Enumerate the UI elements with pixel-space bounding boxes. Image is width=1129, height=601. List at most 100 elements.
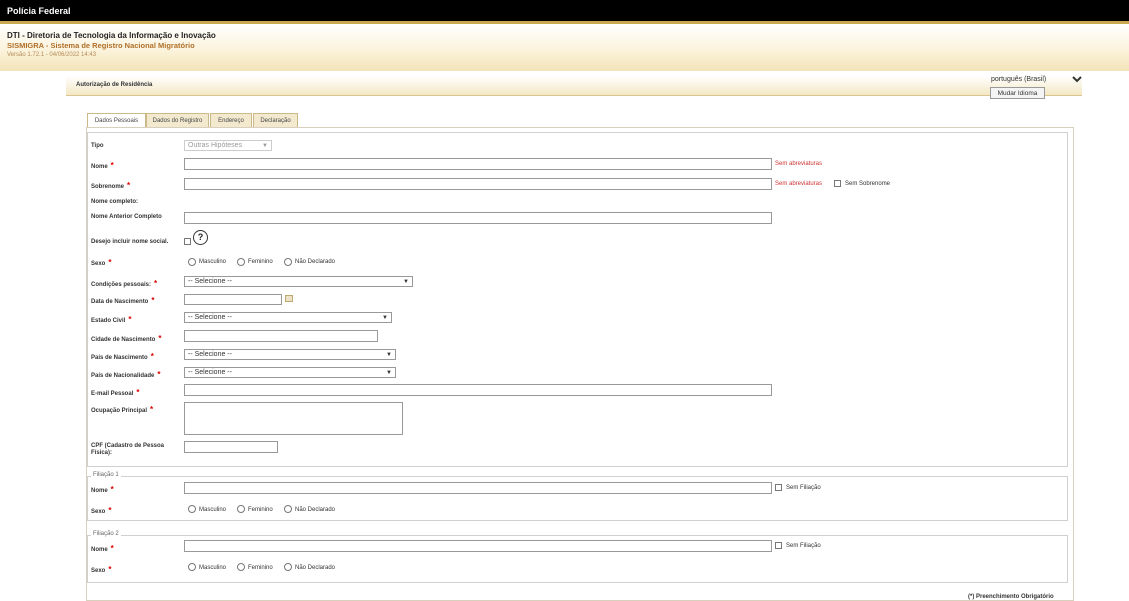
nome-hint: Sem abreviaturas xyxy=(775,161,823,167)
help-icon[interactable]: ? xyxy=(193,230,208,245)
filiacao-2-legend: Filiação 2 xyxy=(91,531,121,537)
ocupacao-label-text: Ocupação Principal xyxy=(91,408,148,414)
data-nascimento-input[interactable] xyxy=(184,294,282,305)
pais-nacionalidade-label-text: País de Nacionalidade xyxy=(91,373,155,379)
nome-anterior-input[interactable] xyxy=(184,212,772,224)
pais-nascimento-value: -- Selecione -- xyxy=(188,351,232,358)
condicoes-label: Condições pessoais: * xyxy=(91,279,157,288)
filiacao-2-masculino-radio[interactable] xyxy=(188,563,196,571)
filiacao-1-nao-declarado-radio[interactable] xyxy=(284,505,292,513)
filiacao-1-nome-input[interactable] xyxy=(184,482,772,494)
cidade-nascimento-input[interactable] xyxy=(184,330,378,342)
cidade-nascimento-label-text: Cidade de Nascimento xyxy=(91,337,156,343)
filiacao-2-nome-input[interactable] xyxy=(184,540,772,552)
filiacao-2-sexo-label: Sexo * xyxy=(91,565,111,574)
required-marker: * xyxy=(158,334,162,343)
filiacao-2-nao-declarado-radio[interactable] xyxy=(284,563,292,571)
filiacao-1-masculino-radio[interactable] xyxy=(188,505,196,513)
tipo-label: Tipo xyxy=(91,143,104,149)
org-title: DTI - Diretoria de Tecnologia da Informa… xyxy=(7,31,216,40)
data-nascimento-label: Data de Nascimento * xyxy=(91,296,154,305)
filiacao-2-feminino-label: Feminino xyxy=(248,565,273,571)
version-text: Versão 1.72.1 - 04/06/2022 14:43 xyxy=(7,52,97,58)
filiacao-2-nome-label: Nome * xyxy=(91,544,114,553)
required-marker: * xyxy=(150,405,154,414)
change-language-button[interactable]: Mudar Idioma xyxy=(990,87,1045,99)
tab-dados-registro[interactable]: Dados do Registro xyxy=(146,113,209,127)
required-marker: * xyxy=(110,161,114,170)
required-marker: * xyxy=(150,352,154,361)
filiacao-1-sexo-label: Sexo * xyxy=(91,506,111,515)
filiacao-1-sem-checkbox[interactable] xyxy=(775,484,782,491)
sobrenome-input[interactable] xyxy=(184,178,772,190)
sobrenome-hint: Sem abreviaturas xyxy=(775,181,823,187)
sexo-feminino-label: Feminino xyxy=(248,259,273,265)
pais-nascimento-select[interactable]: -- Selecione -- ▼ xyxy=(184,349,396,360)
chevron-down-icon: ▼ xyxy=(262,143,268,149)
estado-civil-label-text: Estado Civil xyxy=(91,318,126,324)
page-title-bar xyxy=(66,76,1082,96)
page-title: Autorização de Residência xyxy=(76,82,153,88)
ocupacao-label: Ocupação Principal * xyxy=(91,405,153,414)
language-select[interactable]: português (Brasil) xyxy=(987,72,1085,86)
condicoes-value: -- Selecione -- xyxy=(188,278,232,285)
pais-nacionalidade-select[interactable]: -- Selecione -- ▼ xyxy=(184,367,396,378)
pais-nacionalidade-value: -- Selecione -- xyxy=(188,369,232,376)
filiacao-1-sexo-label-text: Sexo xyxy=(91,509,106,515)
required-marker: * xyxy=(108,258,112,267)
nome-input[interactable] xyxy=(184,158,772,170)
sexo-nao-declarado-radio[interactable] xyxy=(284,258,292,266)
sexo-label-text: Sexo xyxy=(91,261,106,267)
filiacao-2-nao-declarado-label: Não Declarado xyxy=(295,565,336,571)
required-marker: * xyxy=(136,388,140,397)
required-marker: * xyxy=(110,485,114,494)
cpf-input[interactable] xyxy=(184,441,278,453)
required-marker: * xyxy=(157,370,161,379)
required-marker: * xyxy=(108,565,112,574)
filiacao-2-sem-label: Sem Filiação xyxy=(786,543,821,549)
pais-nascimento-label-text: País de Nascimento xyxy=(91,355,148,361)
sem-sobrenome-checkbox[interactable] xyxy=(834,180,841,187)
sobrenome-label-text: Sobrenome xyxy=(91,184,125,190)
condicoes-label-text: Condições pessoais: xyxy=(91,282,152,288)
chevron-down-icon: ▼ xyxy=(403,279,409,285)
nome-label-text: Nome xyxy=(91,164,108,170)
required-marker: * xyxy=(110,544,114,553)
tab-endereco[interactable]: Endereço xyxy=(210,113,252,127)
sexo-masculino-radio[interactable] xyxy=(188,258,196,266)
nome-social-label: Desejo incluir nome social. xyxy=(91,239,169,245)
nome-social-checkbox[interactable] xyxy=(184,238,191,245)
filiacao-1-feminino-radio[interactable] xyxy=(237,505,245,513)
estado-civil-select[interactable]: -- Selecione -- ▼ xyxy=(184,312,392,323)
filiacao-1-nome-label-text: Nome xyxy=(91,488,108,494)
sobrenome-label: Sobrenome * xyxy=(91,181,130,190)
top-bar: Polícia Federal xyxy=(0,0,1129,24)
required-note: (*) Preenchimento Obrigatório xyxy=(968,594,1054,600)
calendar-icon[interactable] xyxy=(285,295,293,302)
condicoes-select[interactable]: -- Selecione -- ▼ xyxy=(184,276,413,287)
filiacao-2-sem-checkbox[interactable] xyxy=(775,542,782,549)
tab-declaracao[interactable]: Declaração xyxy=(253,113,298,127)
filiacao-1-nome-label: Nome * xyxy=(91,485,114,494)
email-input[interactable] xyxy=(184,384,772,396)
nome-anterior-label: Nome Anterior Completo xyxy=(91,214,162,220)
chevron-down-icon: ▼ xyxy=(386,352,392,358)
filiacao-2-sexo-label-text: Sexo xyxy=(91,568,106,574)
tipo-select: Outras Hipóteses ▼ xyxy=(184,140,272,151)
sexo-feminino-radio[interactable] xyxy=(237,258,245,266)
sexo-nao-declarado-label: Não Declarado xyxy=(295,259,336,265)
email-label-text: E-mail Pessoal xyxy=(91,391,134,397)
tipo-value: Outras Hipóteses xyxy=(188,142,243,149)
nome-label: Nome * xyxy=(91,161,114,170)
filiacao-2-nome-label-text: Nome xyxy=(91,547,108,553)
cidade-nascimento-label: Cidade de Nascimento * xyxy=(91,334,161,343)
data-nascimento-label-text: Data de Nascimento xyxy=(91,299,149,305)
nome-completo-label: Nome completo: xyxy=(91,199,139,205)
ocupacao-textarea[interactable] xyxy=(184,402,403,435)
filiacao-2-feminino-radio[interactable] xyxy=(237,563,245,571)
filiacao-1-sem-label: Sem Filiação xyxy=(786,485,821,491)
filiacao-2-masculino-label: Masculino xyxy=(199,565,227,571)
app-brand: Polícia Federal xyxy=(7,6,71,16)
sem-sobrenome-label: Sem Sobrenome xyxy=(845,181,891,187)
required-marker: * xyxy=(128,315,132,324)
